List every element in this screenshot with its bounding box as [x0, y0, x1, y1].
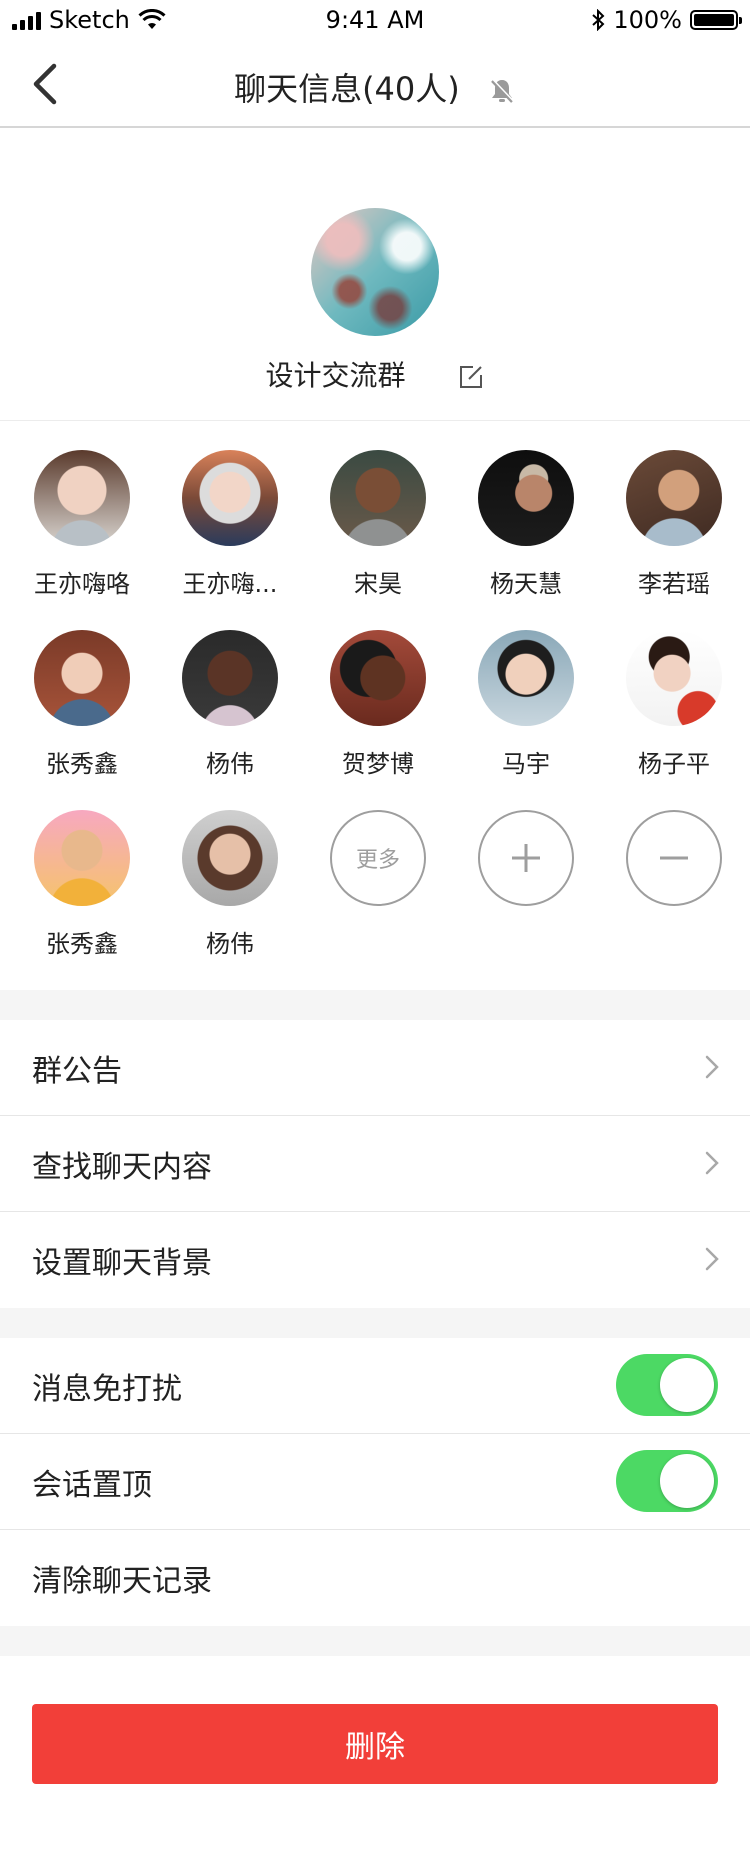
section-divider	[0, 1308, 750, 1338]
group-header: 设计交流群	[0, 128, 750, 421]
minus-icon	[660, 856, 688, 860]
member-item[interactable]: 张秀鑫	[8, 630, 156, 782]
more-members-button[interactable]: 更多	[304, 810, 452, 962]
search-history-row[interactable]: 查找聊天内容	[0, 1116, 750, 1212]
member-item[interactable]: 宋昊	[304, 450, 452, 602]
member-name: 王亦嗨...	[182, 570, 278, 598]
bell-off-icon	[491, 79, 514, 103]
avatar	[34, 810, 130, 906]
search-history-label: 查找聊天内容	[32, 1150, 212, 1185]
page-title: 聊天信息(40人)	[234, 70, 460, 108]
battery-icon	[690, 10, 742, 30]
battery-percent: 100%	[613, 6, 682, 34]
set-background-row[interactable]: 设置聊天背景	[0, 1212, 750, 1308]
clear-history-label: 清除聊天记录	[32, 1564, 212, 1599]
avatar	[330, 630, 426, 726]
delete-button[interactable]: 删除	[32, 1704, 718, 1784]
chevron-right-icon	[705, 1247, 719, 1271]
clear-history-row[interactable]: 清除聊天记录	[0, 1530, 750, 1626]
avatar	[626, 630, 722, 726]
do-not-disturb-toggle[interactable]	[616, 1354, 718, 1416]
member-item[interactable]: 张秀鑫	[8, 810, 156, 962]
member-name: 王亦嗨咯	[34, 570, 130, 598]
section-divider	[0, 1626, 750, 1656]
member-item[interactable]: 贺梦博	[304, 630, 452, 782]
member-name: 杨子平	[638, 750, 710, 778]
avatar	[182, 810, 278, 906]
avatar	[478, 630, 574, 726]
group-name: 设计交流群	[265, 359, 406, 392]
remove-member-button[interactable]	[600, 810, 748, 962]
member-name: 李若瑶	[638, 570, 710, 598]
member-grid: 王亦嗨咯 王亦嗨... 宋昊 杨天慧 李若瑶 张秀鑫 杨伟 贺梦博 马宇 杨子平…	[0, 420, 750, 990]
avatar	[330, 450, 426, 546]
member-name: 杨天慧	[490, 570, 562, 598]
member-item[interactable]: 李若瑶	[600, 450, 748, 602]
member-item[interactable]: 王亦嗨咯	[8, 450, 156, 602]
member-name: 杨伟	[206, 750, 254, 778]
avatar	[182, 630, 278, 726]
set-background-label: 设置聊天背景	[32, 1246, 212, 1281]
member-item[interactable]: 杨伟	[156, 810, 304, 962]
announcement-row[interactable]: 群公告	[0, 1020, 750, 1116]
member-name: 杨伟	[206, 930, 254, 958]
edit-icon[interactable]	[458, 364, 484, 390]
member-name: 宋昊	[354, 570, 402, 598]
group-avatar[interactable]	[311, 208, 439, 336]
announcement-label: 群公告	[32, 1054, 122, 1089]
avatar	[626, 450, 722, 546]
member-name: 张秀鑫	[46, 930, 118, 958]
pin-chat-toggle[interactable]	[616, 1450, 718, 1512]
avatar	[34, 630, 130, 726]
member-item[interactable]: 王亦嗨...	[156, 450, 304, 602]
member-item[interactable]: 杨天慧	[452, 450, 600, 602]
chevron-right-icon	[705, 1055, 719, 1079]
section-divider	[0, 990, 750, 1020]
member-name: 贺梦博	[342, 750, 414, 778]
member-name: 马宇	[502, 750, 550, 778]
member-item[interactable]: 马宇	[452, 630, 600, 782]
more-label: 更多	[355, 848, 400, 873]
avatar	[478, 450, 574, 546]
member-item[interactable]: 杨子平	[600, 630, 748, 782]
pin-chat-label: 会话置顶	[32, 1468, 152, 1503]
add-member-button[interactable]	[452, 810, 600, 962]
chevron-right-icon	[705, 1151, 719, 1175]
member-item[interactable]: 杨伟	[156, 630, 304, 782]
do-not-disturb-label: 消息免打扰	[32, 1372, 182, 1407]
avatar	[182, 450, 278, 546]
do-not-disturb-row: 消息免打扰	[0, 1338, 750, 1434]
pin-chat-row: 会话置顶	[0, 1434, 750, 1530]
avatar	[34, 450, 130, 546]
bluetooth-icon	[592, 9, 605, 31]
plus-icon	[512, 844, 540, 872]
nav-bar: 聊天信息(40人)	[0, 40, 750, 128]
status-bar: Sketch 9:41 AM 100%	[0, 0, 750, 40]
member-name: 张秀鑫	[46, 750, 118, 778]
